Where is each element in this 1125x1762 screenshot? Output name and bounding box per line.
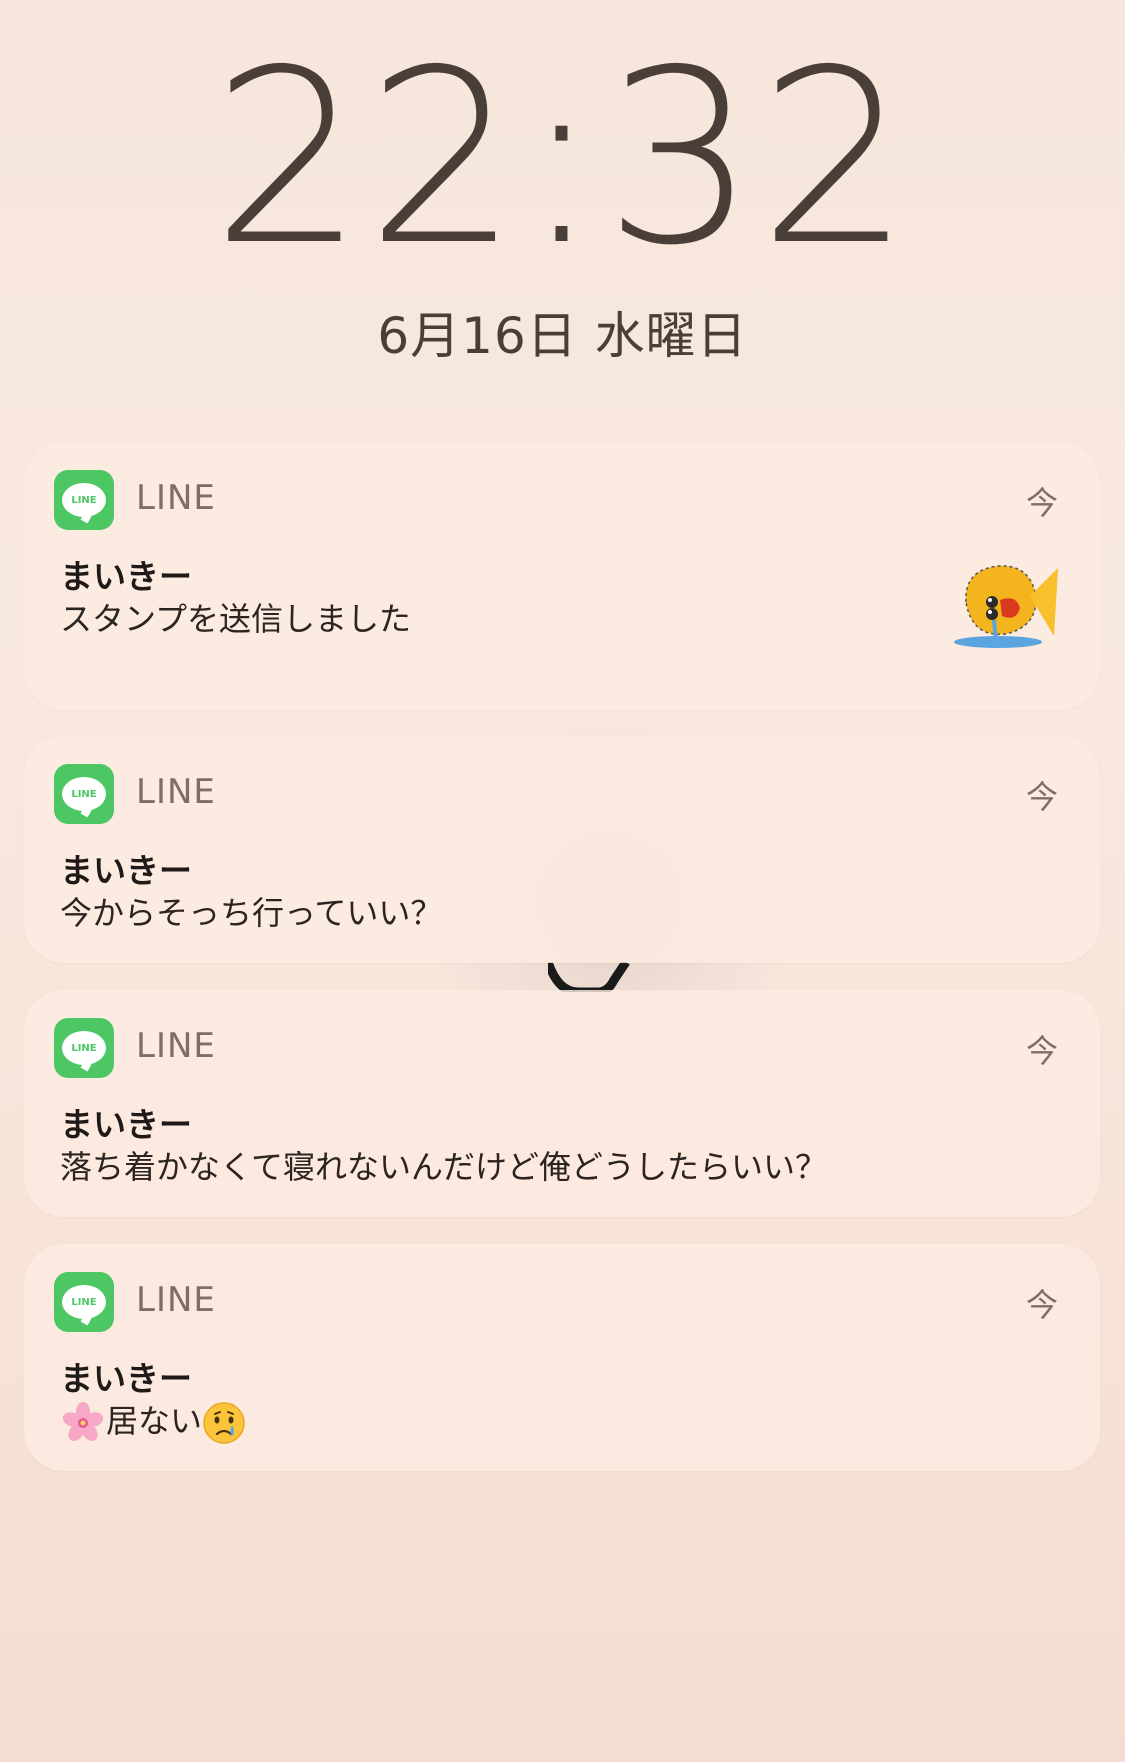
notification-app-name: LINE [136,1026,216,1066]
notification-sender: まいきー [60,557,192,596]
line-logo-text: LINE [62,1031,106,1065]
notification-app-name: LINE [136,772,216,812]
notification-sender: まいきー [60,1105,192,1144]
notification-message: 今からそっち行っていい？ [60,894,443,932]
lockscreen-date: 6月16日 水曜日 [377,307,748,365]
notification-time: 今 [1025,1286,1058,1324]
line-logo-text: LINE [62,777,106,811]
line-app-icon: LINE [54,470,114,530]
notification-message-row: 居ない [60,1396,246,1446]
line-app-icon: LINE [54,1018,114,1078]
notification-message: 居ない [106,1402,203,1440]
line-app-icon: LINE [54,1272,114,1332]
notification-card[interactable]: LINE LINE 今 まいきー 居ない [24,1244,1100,1471]
notification-card[interactable]: LINE LINE 今 まいきー 今からそっち行っていい？ [24,736,1100,963]
notification-time: 今 [1025,484,1058,522]
wallpaper-shape [548,962,630,992]
line-app-icon: LINE [54,764,114,824]
notification-card[interactable]: LINE LINE 今 まいきー 落ち着かなくて寝れないんだけど俺どうしたらいい… [24,990,1100,1217]
sticker-thumbnail [954,565,1058,648]
notification-app-name: LINE [136,1280,216,1320]
notification-app-name: LINE [136,478,216,518]
notification-card[interactable]: LINE LINE 今 まいきー スタンプを送信しました [24,442,1100,710]
notification-time: 今 [1025,778,1058,816]
line-logo-text: LINE [62,483,106,517]
notification-message: スタンプを送信しました [60,600,412,638]
notification-message: 落ち着かなくて寝れないんだけど俺どうしたらいい？ [60,1148,828,1186]
cherry-blossom-emoji-icon [62,1402,104,1441]
notification-time: 今 [1025,1032,1058,1070]
lockscreen-clock: 22:32 [211,18,914,298]
crying-face-emoji-icon [203,1402,245,1444]
notification-sender: まいきー [60,1359,192,1398]
line-logo-text: LINE [62,1285,106,1319]
notification-sender: まいきー [60,851,192,890]
